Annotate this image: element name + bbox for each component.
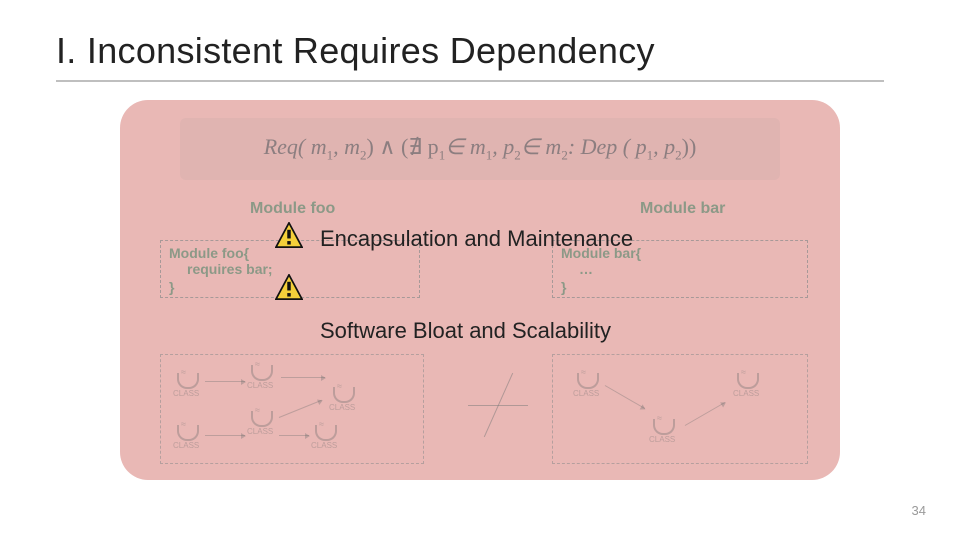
code-line: … xyxy=(561,261,799,277)
arrow-icon xyxy=(685,402,725,426)
caption-bloat: Software Bloat and Scalability xyxy=(320,318,611,344)
caption-encapsulation: Encapsulation and Maintenance xyxy=(320,226,633,252)
no-dependency-icon xyxy=(468,360,528,450)
page-number: 34 xyxy=(912,503,926,518)
code-line: } xyxy=(169,279,174,295)
formula-text: Req( m1, m2) ∧ (∄ p1∈ m1, p2∈ m2: Dep ( … xyxy=(264,134,697,163)
formula-box: Req( m1, m2) ∧ (∄ p1∈ m1, p2∈ m2: Dep ( … xyxy=(180,118,780,180)
arrow-icon xyxy=(281,377,325,378)
module-bar-header: Module bar xyxy=(640,200,725,218)
title-divider xyxy=(56,80,884,82)
class-node: ≈CLASS xyxy=(311,421,355,455)
diagram-left: ≈CLASS ≈CLASS ≈CLASS ≈CLASS ≈CLASS ≈CLAS… xyxy=(160,354,424,464)
class-node: ≈CLASS xyxy=(649,415,693,449)
class-node: ≈CLASS xyxy=(329,383,373,417)
warning-icon xyxy=(275,274,303,300)
slide: I. Inconsistent Requires Dependency Req(… xyxy=(0,0,960,540)
arrow-icon xyxy=(205,435,245,436)
content-panel: Req( m1, m2) ∧ (∄ p1∈ m1, p2∈ m2: Dep ( … xyxy=(120,100,840,480)
class-node: ≈CLASS xyxy=(733,369,777,403)
class-node: ≈CLASS xyxy=(247,361,291,395)
arrow-icon xyxy=(279,435,309,436)
arrow-icon xyxy=(205,381,245,382)
class-node: ≈CLASS xyxy=(173,369,217,403)
module-foo-header: Module foo xyxy=(250,200,335,218)
diagram-right: ≈CLASS ≈CLASS ≈CLASS xyxy=(552,354,808,464)
code-line: } xyxy=(561,279,566,295)
class-node: ≈CLASS xyxy=(173,421,217,455)
warning-icon xyxy=(275,222,303,248)
class-node: ≈CLASS xyxy=(573,369,617,403)
slide-title: I. Inconsistent Requires Dependency xyxy=(56,30,655,72)
